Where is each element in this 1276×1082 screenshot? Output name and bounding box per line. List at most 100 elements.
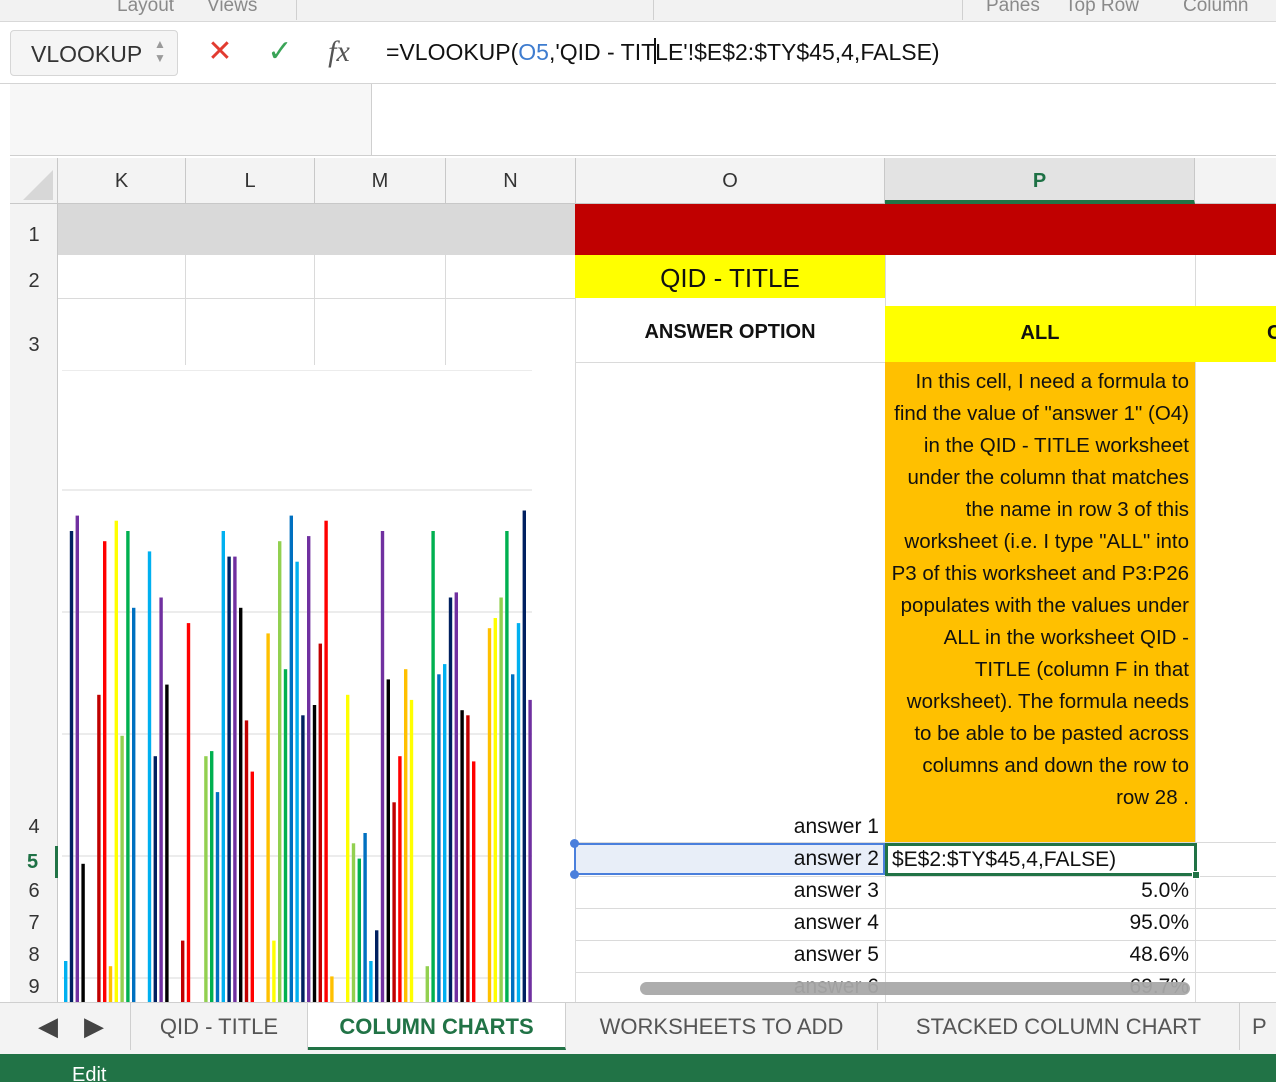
chart-bar[interactable] — [215, 792, 220, 1002]
row-header-6[interactable]: 6 — [10, 880, 58, 903]
resize-handle[interactable] — [570, 870, 579, 879]
chart-bar[interactable] — [301, 715, 305, 1002]
chart-bar[interactable] — [266, 633, 270, 1002]
name-box-stepper-icon[interactable]: ▲ ▼ — [153, 37, 167, 69]
chart-bar[interactable] — [81, 863, 85, 1002]
chart-bar[interactable] — [409, 699, 414, 1002]
row-header-9[interactable]: 9 — [10, 976, 58, 999]
chart-bar[interactable] — [278, 541, 282, 1002]
chart-bar[interactable] — [295, 561, 299, 1002]
tab-truncated[interactable]: P — [1240, 1003, 1276, 1050]
chart-bar[interactable] — [159, 597, 163, 1003]
cell-o7-answer-4[interactable]: answer 4 — [575, 911, 885, 935]
chart-bar[interactable] — [505, 531, 509, 1002]
chart-bar[interactable] — [210, 751, 214, 1002]
column-header-o[interactable]: O — [576, 158, 885, 204]
ribbon-panes-label[interactable]: Panes — [986, 0, 1040, 17]
chart-bar[interactable] — [120, 735, 124, 1002]
chart-bar[interactable] — [114, 520, 118, 1002]
cell-q3-header[interactable]: C — [1195, 306, 1276, 362]
row-header-8[interactable]: 8 — [10, 944, 58, 967]
tab-stacked-column-chart[interactable]: STACKED COLUMN CHART — [878, 1003, 1240, 1050]
chart-bar[interactable] — [108, 966, 113, 1002]
cell-p5-editing[interactable]: $E$2:$TY$45,4,FALSE) — [885, 843, 1197, 876]
chart-bar[interactable] — [227, 556, 231, 1002]
chart-bar[interactable] — [516, 623, 521, 1002]
chart-bar[interactable] — [528, 699, 532, 1002]
chart-bar[interactable] — [346, 694, 350, 1002]
column-header-k[interactable]: K — [58, 158, 186, 204]
chart-bar[interactable] — [289, 515, 293, 1002]
chart-bar[interactable] — [324, 520, 328, 1002]
chart-bar[interactable] — [431, 531, 435, 1002]
next-sheet-icon[interactable]: ▶ — [84, 1011, 104, 1042]
chart-bar[interactable] — [392, 802, 396, 1002]
tab-column-charts[interactable]: COLUMN CHARTS — [308, 1003, 566, 1050]
insert-function-icon[interactable]: fx — [322, 34, 356, 70]
chart-bar[interactable] — [272, 940, 276, 1002]
chart-bar[interactable] — [307, 536, 311, 1002]
cell-o5-answer-2[interactable]: answer 2 — [575, 847, 885, 871]
tab-worksheets-to-add[interactable]: WORKSHEETS TO ADD — [566, 1003, 878, 1050]
chart-bar[interactable] — [165, 684, 169, 1002]
name-box[interactable]: VLOOKUP ▲ ▼ — [10, 30, 178, 76]
row-header-4[interactable]: 4 — [10, 816, 58, 839]
chart-bar[interactable] — [437, 674, 441, 1002]
chart-bar[interactable] — [147, 551, 152, 1002]
cancel-formula-icon[interactable]: ✕ — [203, 34, 237, 70]
cell-p7-value[interactable]: 95.0% — [885, 911, 1195, 935]
select-all-button[interactable] — [10, 158, 58, 204]
cell-o4-answer-1[interactable]: answer 1 — [575, 815, 885, 839]
formula-bar-expanded-input[interactable] — [372, 84, 1276, 156]
chart-bar[interactable] — [250, 771, 254, 1002]
chart-bar[interactable] — [487, 628, 492, 1002]
chart-bar[interactable] — [239, 607, 243, 1002]
chart-bar[interactable] — [312, 705, 317, 1002]
chart-bar[interactable] — [181, 940, 185, 1002]
chart-bar[interactable] — [283, 669, 288, 1002]
formula-input[interactable]: =VLOOKUP(O5,'QID - TITLE'!$E$2:$TY$45,4,… — [386, 38, 940, 66]
chart-bar[interactable] — [472, 761, 476, 1002]
cell-o3-answer-option[interactable]: ANSWER OPTION — [575, 306, 885, 358]
chart-bar[interactable] — [132, 607, 136, 1002]
cell-p3-all[interactable]: ALL — [885, 306, 1195, 362]
chart-bar[interactable] — [126, 531, 130, 1002]
chart-bar[interactable] — [103, 541, 107, 1002]
column-header-n[interactable]: N — [446, 158, 576, 204]
chart-bar[interactable] — [522, 510, 526, 1003]
cell-p4-note[interactable]: In this cell, I need a formula to find t… — [885, 362, 1195, 842]
chart-bar[interactable] — [244, 720, 249, 1002]
previous-sheet-icon[interactable]: ◀ — [38, 1011, 58, 1042]
chart-bar[interactable] — [443, 664, 447, 1002]
chart-bar[interactable] — [460, 710, 464, 1002]
chart-bar[interactable] — [153, 756, 157, 1002]
horizontal-scrollbar[interactable] — [640, 982, 1190, 995]
chart-bar[interactable] — [511, 674, 515, 1002]
chart-bar[interactable] — [398, 756, 402, 1002]
enter-formula-icon[interactable]: ✓ — [263, 34, 297, 70]
fill-handle[interactable] — [1192, 871, 1200, 879]
chart-bar[interactable] — [330, 976, 334, 1002]
cell-o8-answer-5[interactable]: answer 5 — [575, 943, 885, 967]
row-header-1[interactable]: 1 — [10, 224, 58, 247]
chart-bar[interactable] — [448, 597, 453, 1003]
chart-bar[interactable] — [375, 930, 379, 1002]
chart-bar[interactable] — [466, 715, 470, 1002]
chart-bar[interactable] — [369, 961, 373, 1002]
chart-bar[interactable] — [64, 961, 68, 1002]
row-1-gray-fill[interactable] — [58, 204, 575, 255]
chart-bar[interactable] — [404, 669, 408, 1002]
ribbon-top-row-label[interactable]: Top Row — [1065, 0, 1139, 17]
ribbon-layout-label[interactable]: Layout — [117, 0, 174, 17]
chart-bar[interactable] — [363, 833, 367, 1002]
row-header-7[interactable]: 7 — [10, 912, 58, 935]
chart-bar[interactable] — [186, 623, 191, 1002]
column-header-m[interactable]: M — [315, 158, 446, 204]
chart-bar[interactable] — [425, 966, 429, 1002]
cell-p6-value[interactable]: 5.0% — [885, 879, 1195, 903]
column-header-p[interactable]: P — [885, 158, 1195, 204]
chart-bar[interactable] — [97, 694, 101, 1002]
row-header-2[interactable]: 2 — [10, 270, 58, 293]
tab-qid-title[interactable]: QID - TITLE — [130, 1003, 308, 1050]
column-chart[interactable] — [58, 369, 534, 1003]
